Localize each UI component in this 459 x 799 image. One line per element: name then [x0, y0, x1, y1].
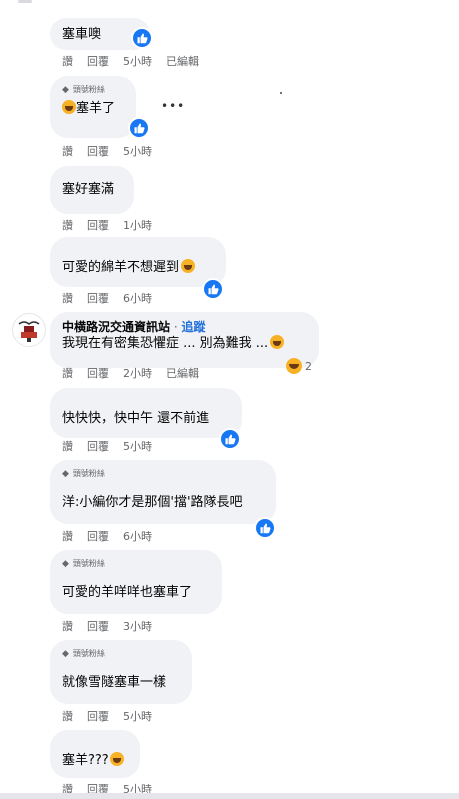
top-mark	[18, 0, 32, 3]
comment-actions-3: 讚 回覆 1小時	[62, 219, 152, 233]
timestamp[interactable]: 5小時	[123, 440, 152, 454]
comment-actions-1: 讚 回覆 5小時 已編輯	[62, 55, 199, 69]
timestamp[interactable]: 5小時	[123, 710, 152, 724]
timestamp[interactable]: 2小時	[123, 367, 152, 381]
reply-link[interactable]: 回覆	[87, 620, 109, 634]
reaction-count: 2	[305, 359, 312, 373]
timestamp[interactable]: 6小時	[123, 292, 152, 306]
comment-actions-5: 讚 回覆 2小時 已編輯	[62, 367, 199, 381]
edited-label: 已編輯	[166, 55, 199, 68]
fan-badge: ◆ 頭號粉絲	[62, 469, 105, 479]
comment-text: 可愛的羊咩咩也塞車了	[62, 585, 193, 600]
timestamp[interactable]: 5小時	[123, 55, 152, 69]
timestamp[interactable]: 5小時	[123, 145, 152, 159]
timestamp[interactable]: 6小時	[123, 530, 152, 544]
comment-text: 塞羊???	[62, 752, 128, 770]
reaction-pill[interactable]: 2	[286, 358, 312, 374]
comment-actions-8: 讚 回覆 3小時	[62, 620, 152, 634]
comment-bubble-6: 快快快，快中午 還不前進	[50, 388, 242, 438]
fan-badge: ◆ 頭號粉絲	[62, 649, 105, 659]
like-link[interactable]: 讚	[62, 55, 73, 69]
reply-link[interactable]: 回覆	[87, 710, 109, 724]
comment-bubble-9: ◆ 頭號粉絲 就像雪隧塞車一樣	[50, 640, 192, 704]
like-link[interactable]: 讚	[62, 530, 73, 544]
comment-actions-9: 讚 回覆 5小時	[62, 710, 152, 724]
bottom-scroll-edge	[0, 793, 459, 799]
follow-button[interactable]: 追蹤	[181, 320, 205, 334]
diamond-icon: ◆	[62, 469, 69, 479]
comment-bubble-8: ◆ 頭號粉絲 可愛的羊咩咩也塞車了	[50, 550, 222, 614]
comment-text: 就像雪隧塞車一樣	[62, 675, 167, 690]
author-name[interactable]: 中横路況交通資訊站	[62, 320, 170, 334]
haha-icon	[62, 100, 76, 114]
comment-bubble-3: 塞好塞滿	[50, 166, 134, 214]
like-icon	[254, 517, 276, 539]
page-avatar[interactable]	[12, 313, 46, 347]
like-link[interactable]: 讚	[62, 145, 73, 159]
haha-icon	[109, 752, 124, 766]
reply-link[interactable]: 回覆	[87, 530, 109, 544]
reply-link[interactable]: 回覆	[87, 440, 109, 454]
like-icon	[202, 278, 224, 300]
comment-text: 洋:小編你才是那個'擋'路隊長吧	[62, 495, 243, 510]
haha-icon	[181, 259, 196, 273]
reply-link[interactable]: 回覆	[87, 145, 109, 159]
comment-actions-4: 讚 回覆 6小時	[62, 292, 152, 306]
like-icon	[219, 428, 241, 450]
fan-badge: ◆ 頭號粉絲	[62, 85, 105, 95]
like-link[interactable]: 讚	[62, 710, 73, 724]
diamond-icon: ◆	[62, 559, 69, 569]
haha-icon	[286, 358, 302, 374]
comment-bubble-4: 可愛的綿羊不想遲到	[50, 237, 226, 287]
comment-actions-2: 讚 回覆 5小時	[62, 145, 152, 159]
comment-actions-7: 讚 回覆 6小時	[62, 530, 152, 544]
like-link[interactable]: 讚	[62, 219, 73, 233]
like-icon	[128, 117, 150, 139]
comment-text: 塞好塞滿	[62, 182, 115, 197]
diamond-icon: ◆	[62, 649, 69, 659]
haha-icon	[270, 335, 285, 349]
comment-bubble-10: 塞羊???	[50, 730, 140, 778]
reply-link[interactable]: 回覆	[87, 55, 109, 69]
comment-bubble-7: ◆ 頭號粉絲 洋:小編你才是那個'擋'路隊長吧	[50, 460, 276, 524]
diamond-icon: ◆	[62, 85, 69, 95]
comment-bubble-2: ◆ 頭號粉絲 塞羊了	[50, 76, 136, 138]
comment-text: 塞羊了	[62, 100, 124, 118]
like-link[interactable]: 讚	[62, 440, 73, 454]
comment-text: 塞車噢	[62, 27, 102, 42]
timestamp[interactable]: 1小時	[123, 219, 152, 233]
reply-link[interactable]: 回覆	[87, 219, 109, 233]
comment-actions-6: 讚 回覆 5小時	[62, 440, 152, 454]
comment-text: 我現在有密集恐懼症 ... 別為難我 ...	[62, 335, 307, 353]
comment-text: 快快快，快中午 還不前進	[62, 411, 210, 426]
like-link[interactable]: 讚	[62, 367, 73, 381]
timestamp[interactable]: 3小時	[123, 620, 152, 634]
like-link[interactable]: 讚	[62, 620, 73, 634]
reply-link[interactable]: 回覆	[87, 367, 109, 381]
more-icon[interactable]: •••	[161, 99, 185, 113]
edited-label: 已編輯	[166, 367, 199, 380]
like-link[interactable]: 讚	[62, 292, 73, 306]
comment-bubble-5: 中横路況交通資訊站 · 追蹤 我現在有密集恐懼症 ... 別為難我 ...	[50, 312, 319, 368]
stray-dot	[280, 92, 282, 94]
fan-badge: ◆ 頭號粉絲	[62, 559, 105, 569]
author-row: 中横路況交通資訊站 · 追蹤	[62, 320, 206, 334]
like-icon	[131, 27, 153, 49]
comment-text: 可愛的綿羊不想遲到	[62, 259, 214, 277]
reply-link[interactable]: 回覆	[87, 292, 109, 306]
